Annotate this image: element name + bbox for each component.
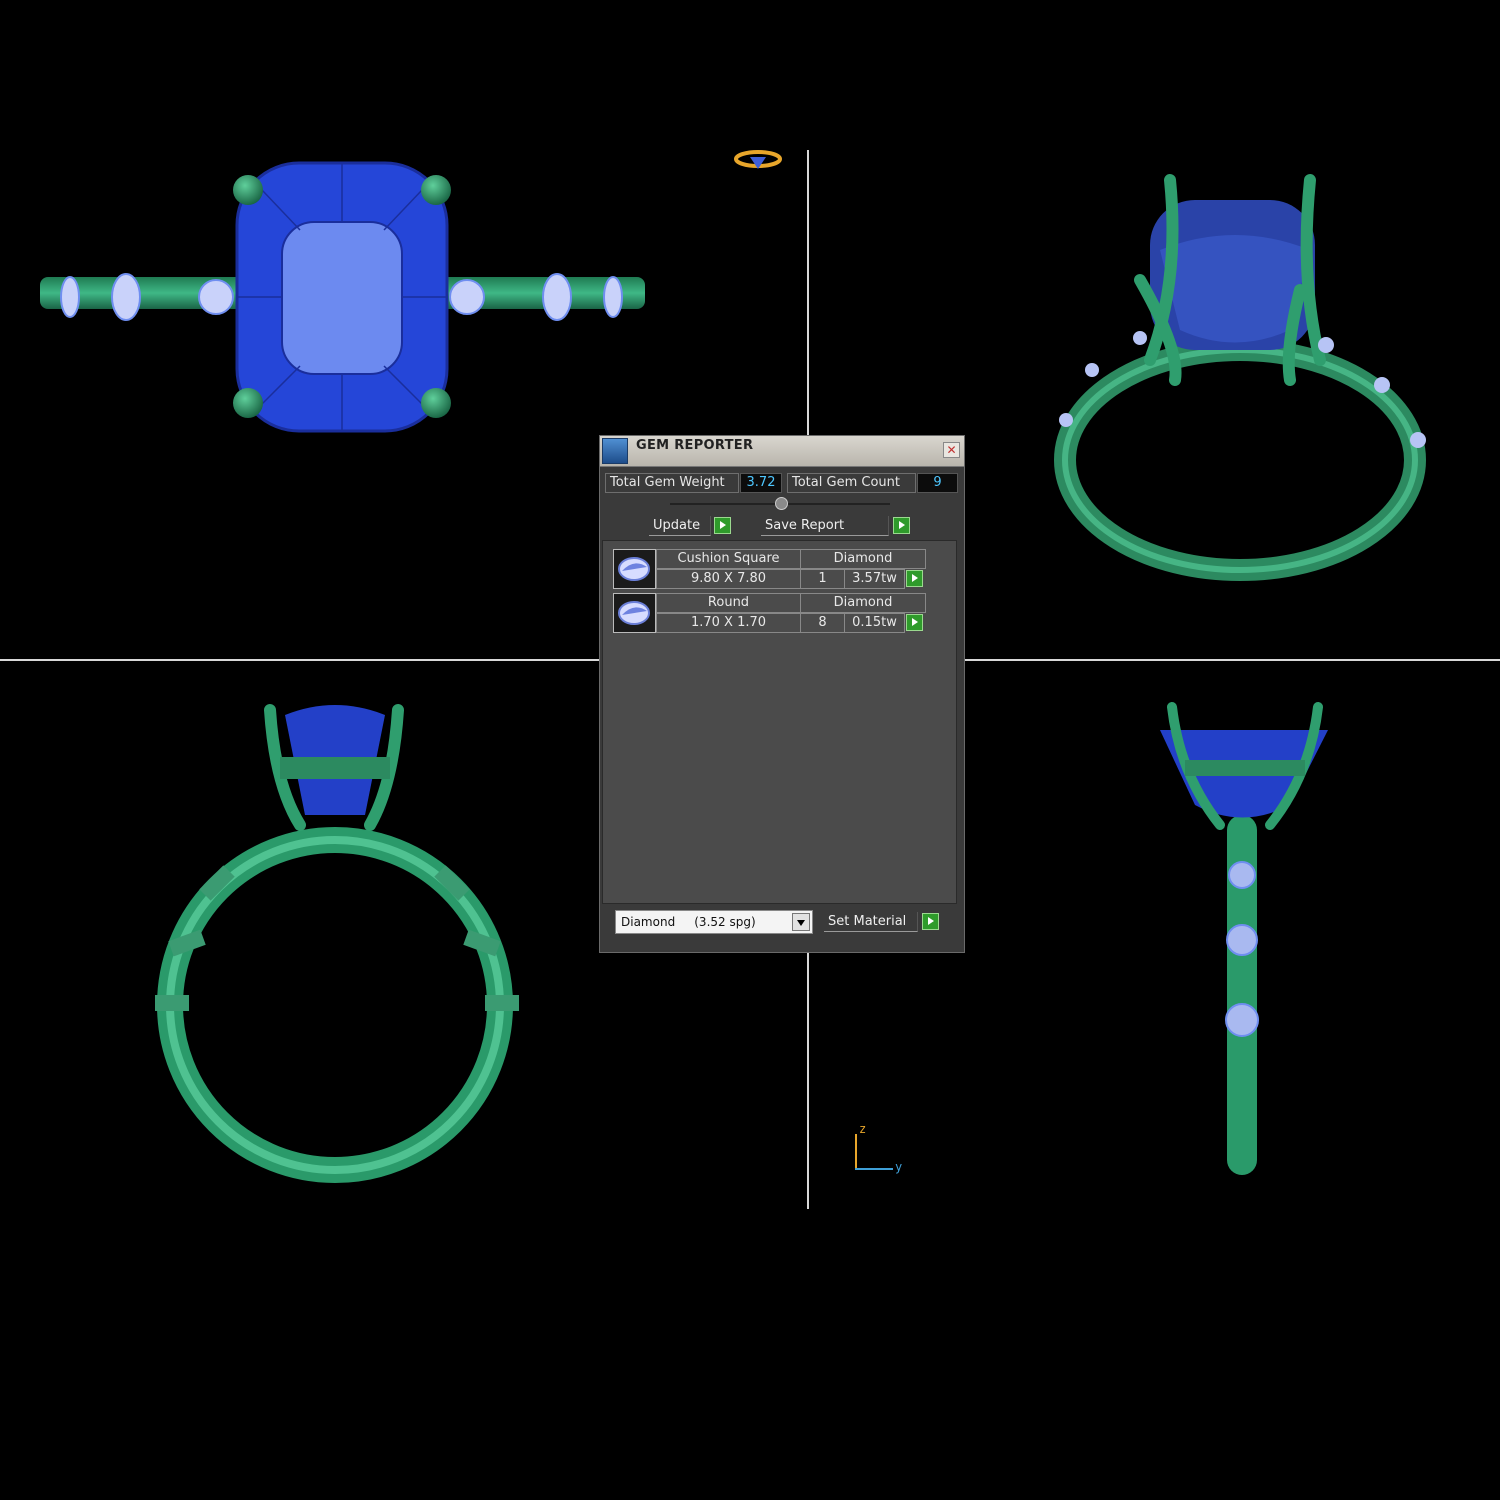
material-select-value: Diamond (3.52 spg) bbox=[621, 915, 756, 929]
total-gem-count-label: Total Gem Count bbox=[787, 473, 916, 493]
save-report-button-label: Save Report bbox=[765, 518, 845, 533]
ring-side-view bbox=[1160, 702, 1328, 1175]
gem-row-go-icon[interactable] bbox=[906, 614, 923, 631]
total-gem-count-value: 9 bbox=[917, 473, 958, 493]
gem-row[interactable]: Round Diamond 1.70 X 1.70 8 0.15tw bbox=[613, 593, 926, 633]
gem-thumbnail-icon bbox=[613, 549, 656, 589]
viewport-divider-horizontal-left[interactable] bbox=[0, 659, 599, 661]
gem-size: 9.80 X 7.80 bbox=[656, 569, 801, 589]
viewport-perspective-view[interactable] bbox=[1030, 160, 1460, 590]
update-button[interactable]: Update bbox=[649, 516, 711, 536]
gem-row-go-icon[interactable] bbox=[906, 570, 923, 587]
viewport-divider-horizontal-right[interactable] bbox=[965, 659, 1500, 661]
total-gem-weight-value: 3.72 bbox=[740, 473, 782, 493]
axis-z-label: z bbox=[859, 1122, 867, 1136]
ring-thumbnail-icon bbox=[732, 148, 784, 174]
gem-material: Diamond bbox=[800, 593, 926, 613]
ring-front-view bbox=[155, 704, 519, 1183]
set-material-button-label: Set Material bbox=[828, 914, 907, 929]
viewport-divider-vertical-top[interactable] bbox=[807, 150, 809, 436]
gem-count: 1 bbox=[800, 569, 845, 589]
update-go-icon[interactable] bbox=[714, 517, 731, 534]
chevron-down-icon[interactable] bbox=[792, 913, 810, 931]
gem-count: 8 bbox=[800, 613, 845, 633]
gem-reporter-titlebar[interactable]: GEM REPORTER ✕ bbox=[600, 436, 964, 467]
axis-indicator: z y bbox=[850, 1122, 910, 1174]
viewport-divider-vertical-bottom[interactable] bbox=[807, 953, 809, 1209]
gem-reporter-app-icon bbox=[602, 438, 628, 464]
set-material-go-icon[interactable] bbox=[922, 913, 939, 930]
gem-material: Diamond bbox=[800, 549, 926, 569]
panel-splitter-handle[interactable] bbox=[775, 497, 788, 510]
gem-weight: 3.57tw bbox=[844, 569, 905, 589]
axis-y-label: y bbox=[895, 1160, 903, 1174]
gem-list: Cushion Square Diamond 9.80 X 7.80 1 3.5… bbox=[602, 540, 957, 904]
save-report-go-icon[interactable] bbox=[893, 517, 910, 534]
set-material-button[interactable]: Set Material bbox=[824, 912, 918, 932]
gem-size: 1.70 X 1.70 bbox=[656, 613, 801, 633]
save-report-button[interactable]: Save Report bbox=[761, 516, 889, 536]
gem-reporter-panel: GEM REPORTER ✕ Total Gem Weight 3.72 Tot… bbox=[599, 435, 965, 953]
viewport-side-view[interactable] bbox=[1150, 695, 1340, 1185]
viewport-front-view[interactable] bbox=[130, 695, 550, 1185]
gem-thumbnail-icon bbox=[613, 593, 656, 633]
ring-perspective-view bbox=[1054, 174, 1426, 581]
close-icon[interactable]: ✕ bbox=[943, 442, 960, 458]
viewport-top-view[interactable] bbox=[0, 130, 700, 460]
gem-weight: 0.15tw bbox=[844, 613, 905, 633]
gem-reporter-title: GEM REPORTER bbox=[636, 438, 754, 453]
total-gem-weight-label: Total Gem Weight bbox=[605, 473, 739, 493]
ring-top-view bbox=[40, 161, 645, 433]
gem-row[interactable]: Cushion Square Diamond 9.80 X 7.80 1 3.5… bbox=[613, 549, 926, 589]
update-button-label: Update bbox=[653, 518, 701, 533]
material-select[interactable]: Diamond (3.52 spg) bbox=[615, 910, 813, 934]
gem-cut: Cushion Square bbox=[656, 549, 801, 569]
gem-cut: Round bbox=[656, 593, 801, 613]
